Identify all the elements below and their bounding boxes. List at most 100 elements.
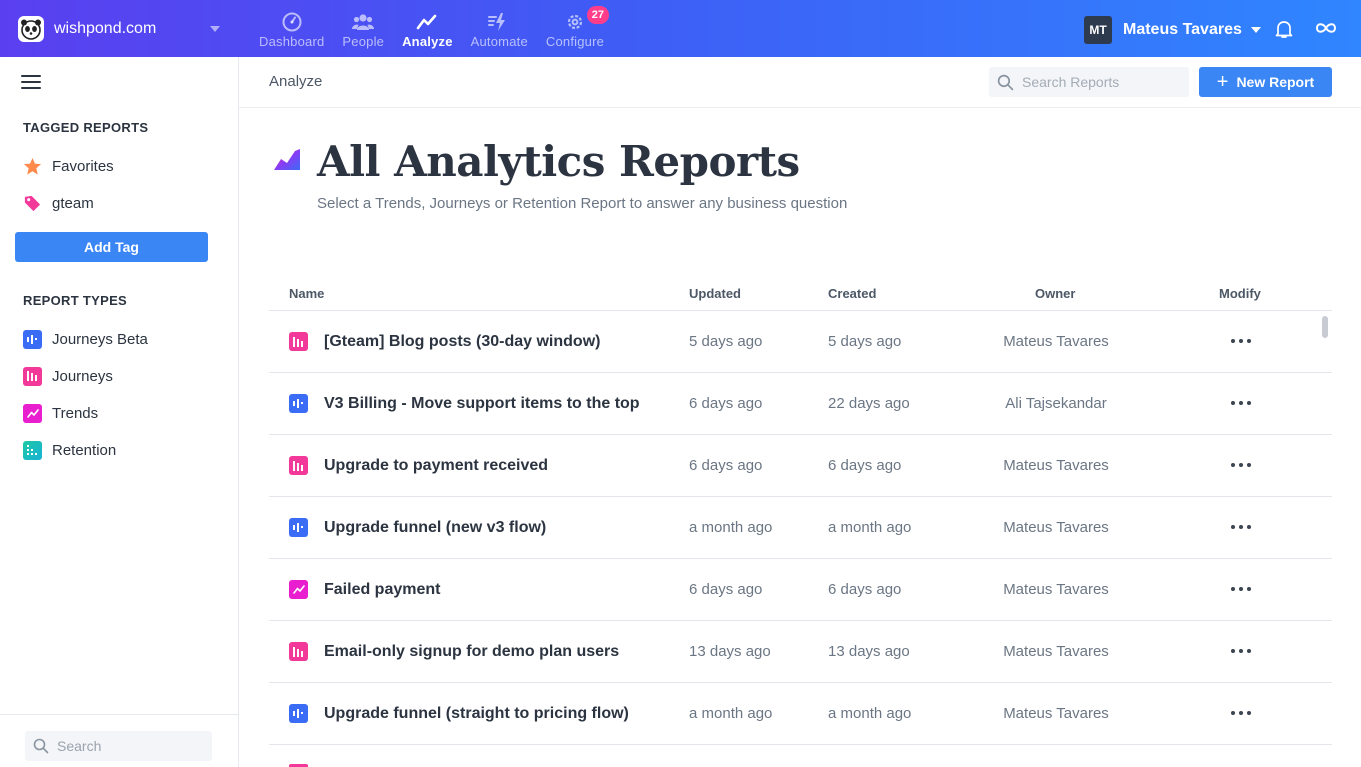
column-header-created[interactable]: Created	[828, 286, 876, 301]
owner-cell: Ali Tajsekandar	[1005, 395, 1107, 412]
table-row[interactable]: Failed payment 6 days ago 6 days ago Mat…	[269, 559, 1332, 621]
sidebar-item-label: Trends	[52, 404, 99, 422]
chevron-down-icon	[1250, 27, 1261, 33]
more-options-icon[interactable]	[1231, 643, 1251, 659]
table-row[interactable]: Upgrade funnel (new v3 flow) a month ago…	[269, 497, 1332, 559]
report-name[interactable]: Upgrade to payment received	[324, 457, 548, 475]
search-reports-field[interactable]	[989, 67, 1189, 97]
table-row[interactable]: Upgrade to payment received 6 days ago 6…	[269, 435, 1332, 497]
sidebar-item-label: Retention	[52, 441, 117, 459]
sidebar-item-favorites[interactable]: Favorites	[23, 155, 114, 177]
page-title: All Analytics Reports	[317, 137, 800, 186]
table-header: Name Updated Created Owner Modify	[269, 280, 1332, 311]
sidebar: TAGGED REPORTS Favorites gteam Add Tag R…	[0, 57, 239, 767]
created-cell: 22 days ago	[828, 395, 910, 412]
more-options-icon[interactable]	[1231, 705, 1251, 721]
sidebar-item-retention[interactable]: Retention	[23, 439, 116, 461]
sidebar-item-label: Favorites	[52, 157, 114, 175]
nav-people[interactable]: People	[333, 0, 393, 57]
page-subtitle: Select a Trends, Journeys or Retention R…	[317, 195, 848, 212]
journeys-beta-icon	[289, 704, 308, 723]
sidebar-item-trends[interactable]: Trends	[23, 402, 98, 424]
owner-cell: Mateus Tavares	[1003, 519, 1109, 536]
created-cell: 6 days ago	[828, 457, 902, 474]
automate-icon	[488, 11, 510, 33]
analyze-icon	[416, 11, 438, 33]
column-header-updated[interactable]: Updated	[689, 286, 741, 301]
updated-cell: a month ago	[689, 705, 773, 722]
owner-cell: Mateus Tavares	[1003, 457, 1109, 474]
updated-cell: 13 days ago	[689, 643, 771, 660]
search-placeholder: Search	[57, 738, 102, 754]
table-row[interactable]: Upgrade funnel (straight to pricing flow…	[269, 683, 1332, 745]
report-name[interactable]: [Gteam] Blog posts (30-day window)	[324, 333, 600, 351]
column-header-name[interactable]: Name	[289, 286, 324, 301]
plus-icon: +	[1216, 71, 1229, 93]
bell-icon[interactable]	[1274, 19, 1294, 44]
more-options-icon[interactable]	[1231, 333, 1251, 349]
hamburger-menu-icon[interactable]	[21, 75, 41, 93]
sidebar-item-label: gteam	[52, 194, 94, 212]
report-name[interactable]: Upgrade funnel (straight to pricing flow…	[324, 705, 629, 723]
updated-cell: 6 days ago	[689, 581, 763, 598]
notification-count-badge: 27	[586, 6, 609, 24]
org-switcher[interactable]: wishpond.com	[18, 14, 228, 44]
nav-configure[interactable]: Configure 27	[537, 0, 613, 57]
report-name-cell: Upgrade funnel (new v3 flow)	[289, 518, 546, 537]
new-report-button[interactable]: + New Report	[1199, 67, 1332, 97]
owner-cell: Mateus Tavares	[1003, 705, 1109, 722]
updated-cell: 6 days ago	[689, 395, 763, 412]
reports-table: Name Updated Created Owner Modify [Gteam…	[269, 280, 1332, 745]
owner-cell: Mateus Tavares	[1003, 581, 1109, 598]
sidebar-item-journeys[interactable]: Journeys	[23, 365, 113, 387]
updated-cell: 5 days ago	[689, 333, 763, 350]
column-header-owner[interactable]: Owner	[1035, 286, 1075, 301]
nav-label: People	[342, 34, 385, 49]
owner-cell: Mateus Tavares	[1003, 333, 1109, 350]
panda-logo-icon	[18, 16, 44, 42]
more-options-icon[interactable]	[1231, 457, 1251, 473]
owner-cell: Mateus Tavares	[1003, 643, 1109, 660]
chevron-down-icon	[210, 26, 220, 32]
gear-icon	[564, 11, 586, 33]
nav-automate[interactable]: Automate	[462, 0, 537, 57]
add-tag-button[interactable]: Add Tag	[15, 232, 208, 262]
search-icon	[33, 738, 49, 754]
sidebar-item-journeys-beta[interactable]: Journeys Beta	[23, 328, 148, 350]
report-name[interactable]: V3 Billing - Move support items to the t…	[324, 395, 640, 413]
nav-dashboard[interactable]: Dashboard	[250, 0, 333, 57]
table-row[interactable]: V3 Billing - Move support items to the t…	[269, 373, 1332, 435]
tag-icon	[23, 194, 42, 213]
table-row[interactable]: [Gteam] Blog posts (30-day window) 5 day…	[269, 311, 1332, 373]
main-nav: Dashboard People Analyze Automate Config…	[250, 0, 613, 57]
report-name-cell: Email-only signup for demo plan users	[289, 642, 619, 661]
nav-analyze[interactable]: Analyze	[393, 0, 462, 57]
report-name[interactable]: Upgrade funnel (new v3 flow)	[324, 519, 546, 537]
tagged-reports-heading: TAGGED REPORTS	[23, 120, 149, 135]
breadcrumb[interactable]: Analyze	[269, 73, 322, 90]
infinity-icon[interactable]	[1314, 20, 1338, 41]
top-navigation-bar: wishpond.com Dashboard People Analyze Au…	[0, 0, 1361, 57]
search-reports-input[interactable]	[1022, 74, 1182, 90]
more-options-icon[interactable]	[1231, 581, 1251, 597]
report-types-heading: REPORT TYPES	[23, 293, 128, 308]
journeys-icon	[23, 366, 42, 386]
people-icon	[352, 11, 375, 33]
created-cell: 5 days ago	[828, 333, 902, 350]
user-menu[interactable]: MT Mateus Tavares	[1084, 16, 1261, 44]
sidebar-item-label: Journeys Beta	[52, 330, 148, 348]
table-scrollbar[interactable]	[1322, 316, 1328, 338]
more-options-icon[interactable]	[1231, 519, 1251, 535]
sidebar-search-area: Search	[0, 714, 238, 767]
created-cell: 6 days ago	[828, 581, 902, 598]
sidebar-item-gteam[interactable]: gteam	[23, 192, 94, 214]
report-name[interactable]: Failed payment	[324, 581, 440, 599]
report-name-cell: Failed payment	[289, 580, 440, 599]
table-row[interactable]: Email-only signup for demo plan users 13…	[269, 621, 1332, 683]
sidebar-search-input[interactable]: Search	[25, 731, 212, 761]
created-cell: a month ago	[828, 705, 912, 722]
report-name[interactable]: Email-only signup for demo plan users	[324, 643, 619, 661]
more-options-icon[interactable]	[1231, 395, 1251, 411]
user-name: Mateus Tavares	[1123, 21, 1242, 38]
report-name-cell: [Gteam] Blog posts (30-day window)	[289, 332, 600, 351]
